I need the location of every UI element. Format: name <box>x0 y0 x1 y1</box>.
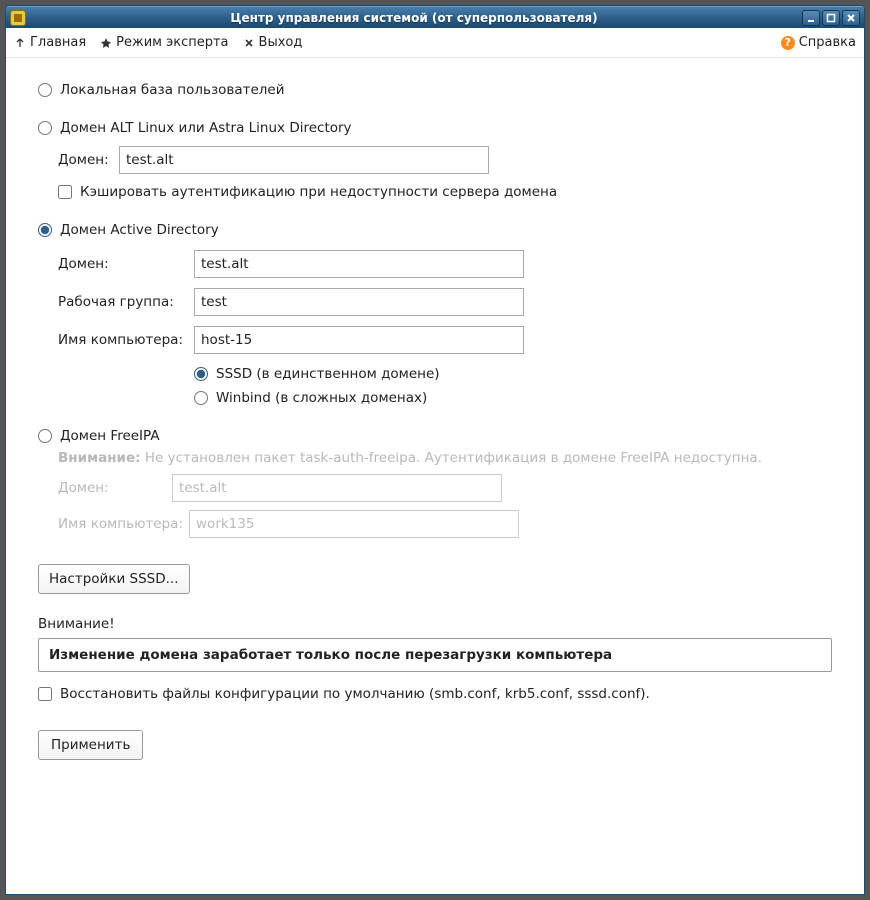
radio-ad-domain[interactable]: Домен Active Directory <box>38 222 832 238</box>
close-icon <box>243 37 255 49</box>
ad-hostname-input[interactable] <box>194 326 524 354</box>
radio-alt-domain-input[interactable] <box>38 121 52 135</box>
freeipa-domain-label: Домен: <box>58 480 166 496</box>
radio-local-users-input[interactable] <box>38 83 52 97</box>
radio-freeipa-input[interactable] <box>38 429 52 443</box>
menu-help[interactable]: ? Справка <box>781 35 856 50</box>
sssd-settings-button[interactable]: Настройки SSSD... <box>38 564 190 594</box>
ad-domain-input[interactable] <box>194 250 524 278</box>
alt-cache-checkbox-input[interactable] <box>58 185 72 199</box>
freeipa-domain-input <box>172 474 502 502</box>
system-management-window: Центр управления системой (от суперпольз… <box>5 5 865 895</box>
restore-defaults-checkbox-input[interactable] <box>38 687 52 701</box>
notice-text: Изменение домена заработает только после… <box>49 647 612 663</box>
notice-box: Изменение домена заработает только после… <box>38 638 832 672</box>
menu-help-label: Справка <box>799 35 856 50</box>
radio-sssd-label: SSSD (в единственном домене) <box>216 366 440 382</box>
help-icon: ? <box>781 36 795 50</box>
freeipa-warning-text: Не установлен пакет task-auth-freeipa. А… <box>141 450 762 466</box>
alt-domain-input[interactable] <box>119 146 489 174</box>
attention-heading: Внимание! <box>38 616 832 632</box>
menu-exit[interactable]: Выход <box>243 35 303 50</box>
ad-workgroup-field: Рабочая группа: <box>58 288 832 316</box>
alt-domain-label: Домен: <box>58 152 113 168</box>
window-title: Центр управления системой (от суперпольз… <box>32 11 796 25</box>
menu-expert[interactable]: Режим эксперта <box>100 35 228 50</box>
menu-home-label: Главная <box>30 35 86 50</box>
freeipa-warning-prefix: Внимание: <box>58 450 141 466</box>
ad-hostname-label: Имя компьютера: <box>58 332 188 348</box>
radio-alt-domain[interactable]: Домен ALT Linux или Astra Linux Director… <box>38 120 832 136</box>
ad-workgroup-input[interactable] <box>194 288 524 316</box>
radio-winbind[interactable]: Winbind (в сложных доменах) <box>194 390 832 406</box>
radio-winbind-input[interactable] <box>194 391 208 405</box>
arrow-up-icon <box>14 37 26 49</box>
radio-local-users-label: Локальная база пользователей <box>60 82 285 98</box>
star-icon <box>100 37 112 49</box>
freeipa-domain-field: Домен: <box>58 474 832 502</box>
radio-ad-domain-label: Домен Active Directory <box>60 222 219 238</box>
app-icon <box>10 10 26 26</box>
radio-local-users[interactable]: Локальная база пользователей <box>38 82 832 98</box>
ad-domain-label: Домен: <box>58 256 188 272</box>
menubar: Главная Режим эксперта Выход ? Справка <box>6 28 864 58</box>
window-buttons <box>802 10 860 26</box>
radio-ad-domain-input[interactable] <box>38 223 52 237</box>
radio-sssd[interactable]: SSSD (в единственном домене) <box>194 366 832 382</box>
restore-defaults-checkbox[interactable]: Восстановить файлы конфигурации по умолч… <box>38 686 832 702</box>
ad-domain-field: Домен: <box>58 250 832 278</box>
alt-cache-checkbox-label: Кэшировать аутентификацию при недоступно… <box>80 184 557 200</box>
content-area: Локальная база пользователей Домен ALT L… <box>6 58 864 894</box>
menu-expert-label: Режим эксперта <box>116 35 228 50</box>
alt-domain-field: Домен: <box>58 146 832 174</box>
ad-hostname-field: Имя компьютера: <box>58 326 832 354</box>
freeipa-warning: Внимание: Не установлен пакет task-auth-… <box>58 450 832 466</box>
close-button[interactable] <box>842 10 860 26</box>
ad-workgroup-label: Рабочая группа: <box>58 294 188 310</box>
menu-home[interactable]: Главная <box>14 35 86 50</box>
radio-freeipa-label: Домен FreeIPA <box>60 428 160 444</box>
radio-freeipa[interactable]: Домен FreeIPA <box>38 428 832 444</box>
freeipa-hostname-label: Имя компьютера: <box>58 516 183 532</box>
freeipa-hostname-input <box>189 510 519 538</box>
titlebar: Центр управления системой (от суперпольз… <box>6 6 864 28</box>
freeipa-hostname-field: Имя компьютера: <box>58 510 832 538</box>
menu-exit-label: Выход <box>259 35 303 50</box>
minimize-button[interactable] <box>802 10 820 26</box>
apply-button[interactable]: Применить <box>38 730 143 760</box>
maximize-button[interactable] <box>822 10 840 26</box>
alt-cache-checkbox[interactable]: Кэшировать аутентификацию при недоступно… <box>58 184 832 200</box>
radio-sssd-input[interactable] <box>194 367 208 381</box>
radio-alt-domain-label: Домен ALT Linux или Astra Linux Director… <box>60 120 352 136</box>
radio-winbind-label: Winbind (в сложных доменах) <box>216 390 427 406</box>
restore-defaults-checkbox-label: Восстановить файлы конфигурации по умолч… <box>60 686 650 702</box>
